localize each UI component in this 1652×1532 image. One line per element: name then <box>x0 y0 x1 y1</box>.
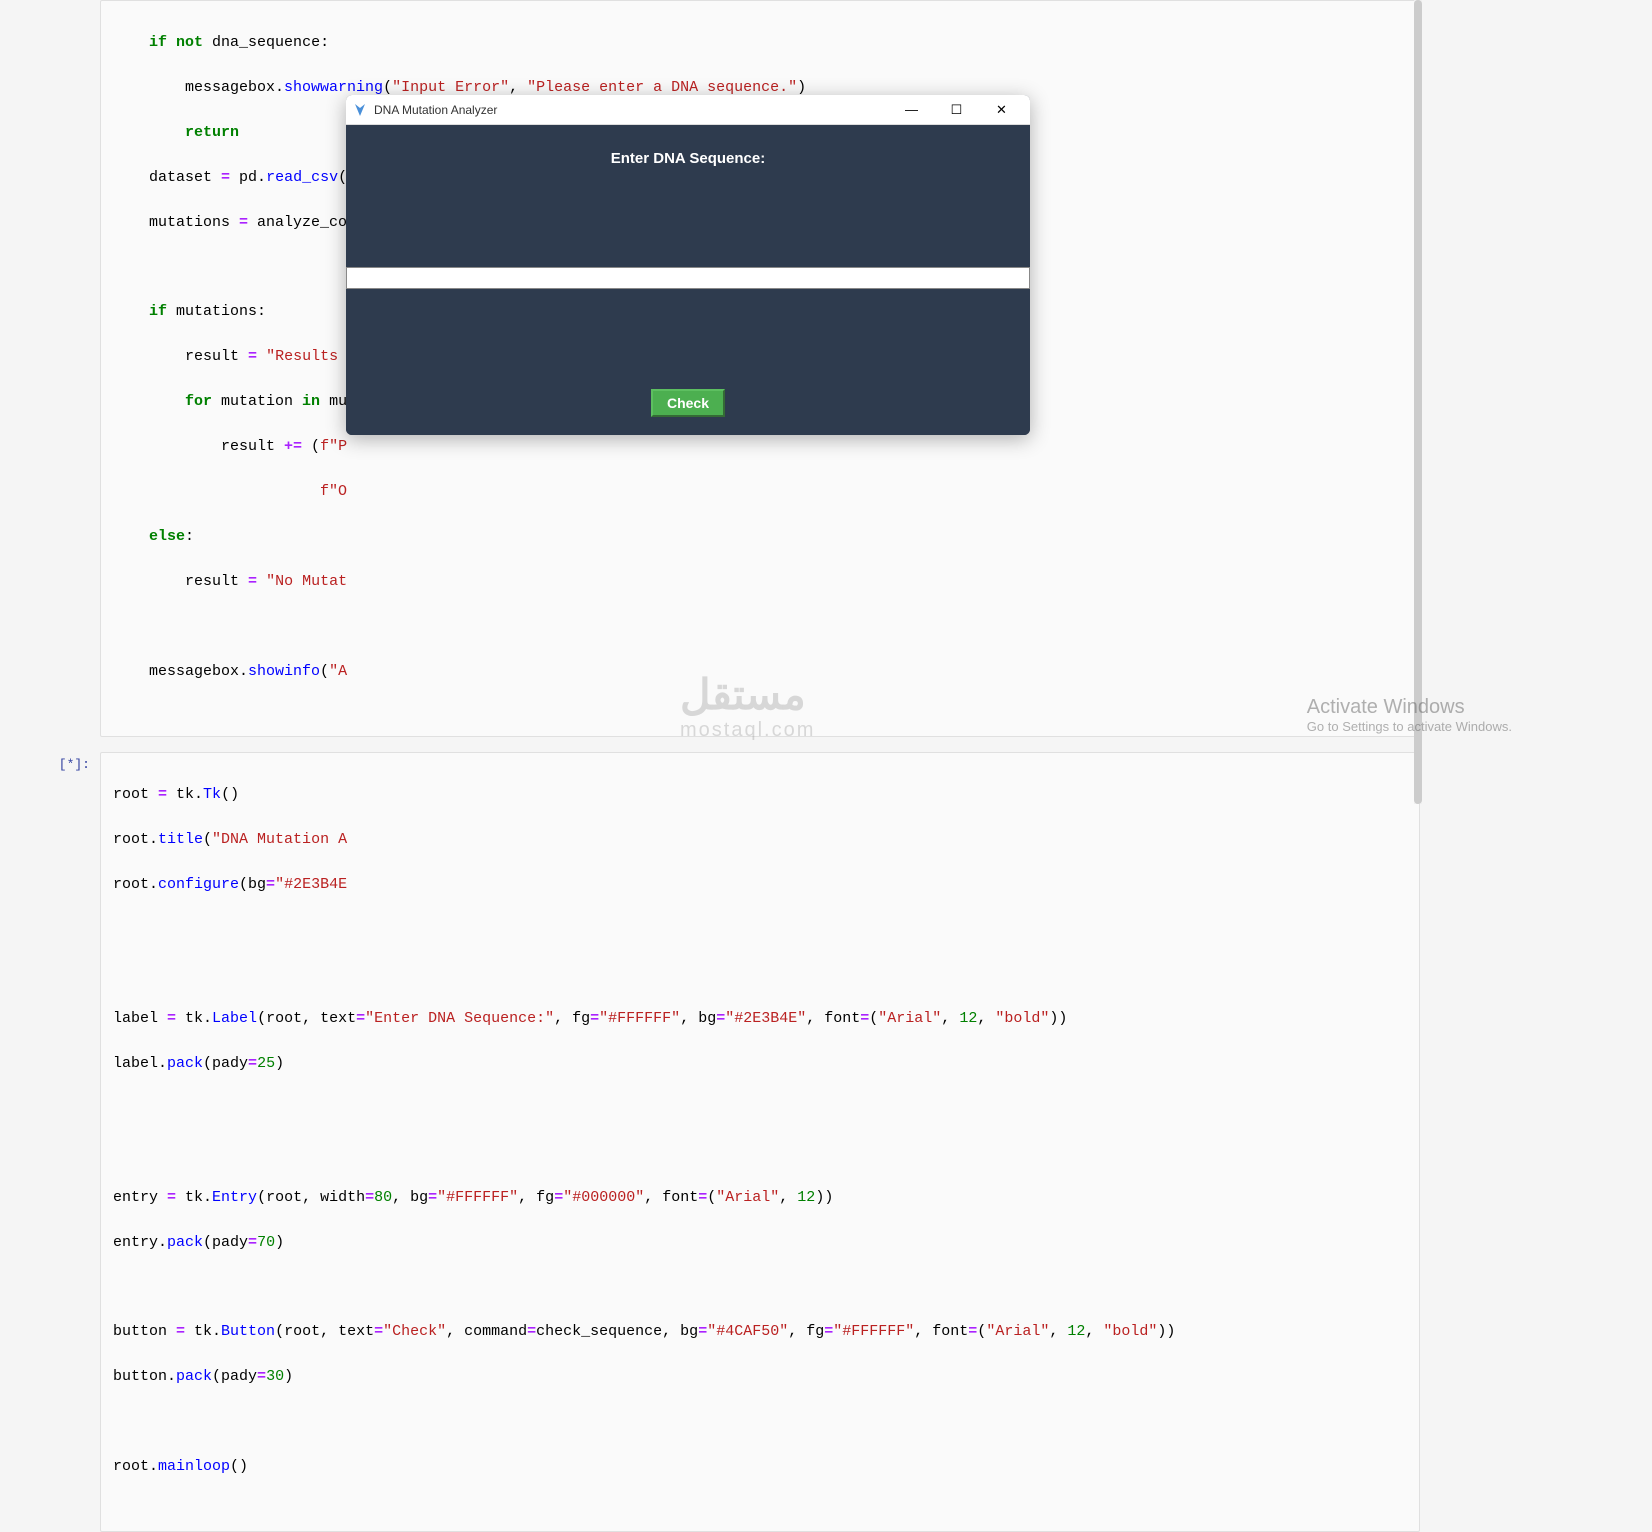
scrollbar-thumb[interactable] <box>1414 0 1422 804</box>
cell-prompt-1 <box>50 0 100 737</box>
window-title: DNA Mutation Analyzer <box>374 103 889 117</box>
dna-sequence-input[interactable] <box>346 267 1030 289</box>
maximize-button[interactable]: ☐ <box>934 95 979 125</box>
dna-sequence-label: Enter DNA Sequence: <box>611 150 765 167</box>
minimize-button[interactable]: — <box>889 95 934 125</box>
code-content-2[interactable]: root = tk.Tk() root.title("DNA Mutation … <box>100 752 1420 1532</box>
tkinter-icon <box>352 102 368 118</box>
dna-analyzer-window: DNA Mutation Analyzer — ☐ ✕ Enter DNA Se… <box>346 95 1030 435</box>
window-titlebar[interactable]: DNA Mutation Analyzer — ☐ ✕ <box>346 95 1030 125</box>
app-body: Enter DNA Sequence: Check <box>346 125 1030 435</box>
vertical-scrollbar[interactable] <box>1414 0 1422 804</box>
code-cell-2: [*]: root = tk.Tk() root.title("DNA Muta… <box>50 752 1652 1532</box>
cell-prompt-2: [*]: <box>50 752 100 1532</box>
close-button[interactable]: ✕ <box>979 95 1024 125</box>
check-button[interactable]: Check <box>651 389 725 417</box>
window-controls: — ☐ ✕ <box>889 95 1024 125</box>
